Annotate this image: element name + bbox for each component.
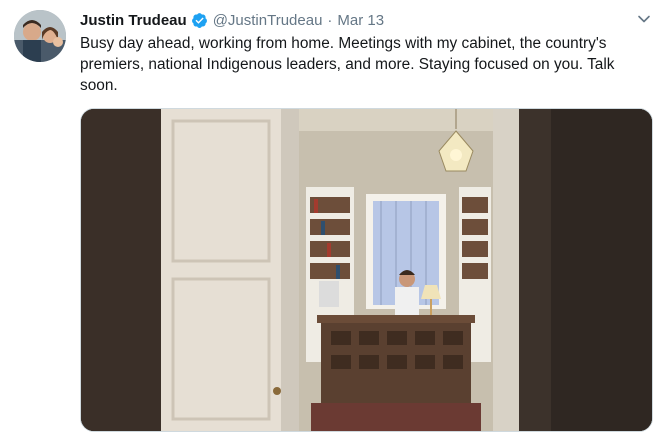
tweet[interactable]: Justin Trudeau @JustinTrudeau · Mar 13 B… (0, 0, 667, 444)
verified-badge-icon (191, 12, 208, 29)
tweet-text: Busy day ahead, working from home. Meeti… (80, 35, 615, 94)
tweet-photo[interactable] (80, 108, 653, 432)
tweet-header: Justin Trudeau @JustinTrudeau · Mar 13 (80, 10, 384, 30)
author-handle[interactable]: @JustinTrudeau (213, 12, 323, 29)
avatar[interactable] (14, 10, 66, 62)
tweet-date[interactable]: Mar 13 (337, 12, 384, 29)
separator-dot: · (327, 11, 333, 29)
author-name[interactable]: Justin Trudeau (80, 12, 187, 29)
chevron-down-icon[interactable] (635, 10, 653, 28)
